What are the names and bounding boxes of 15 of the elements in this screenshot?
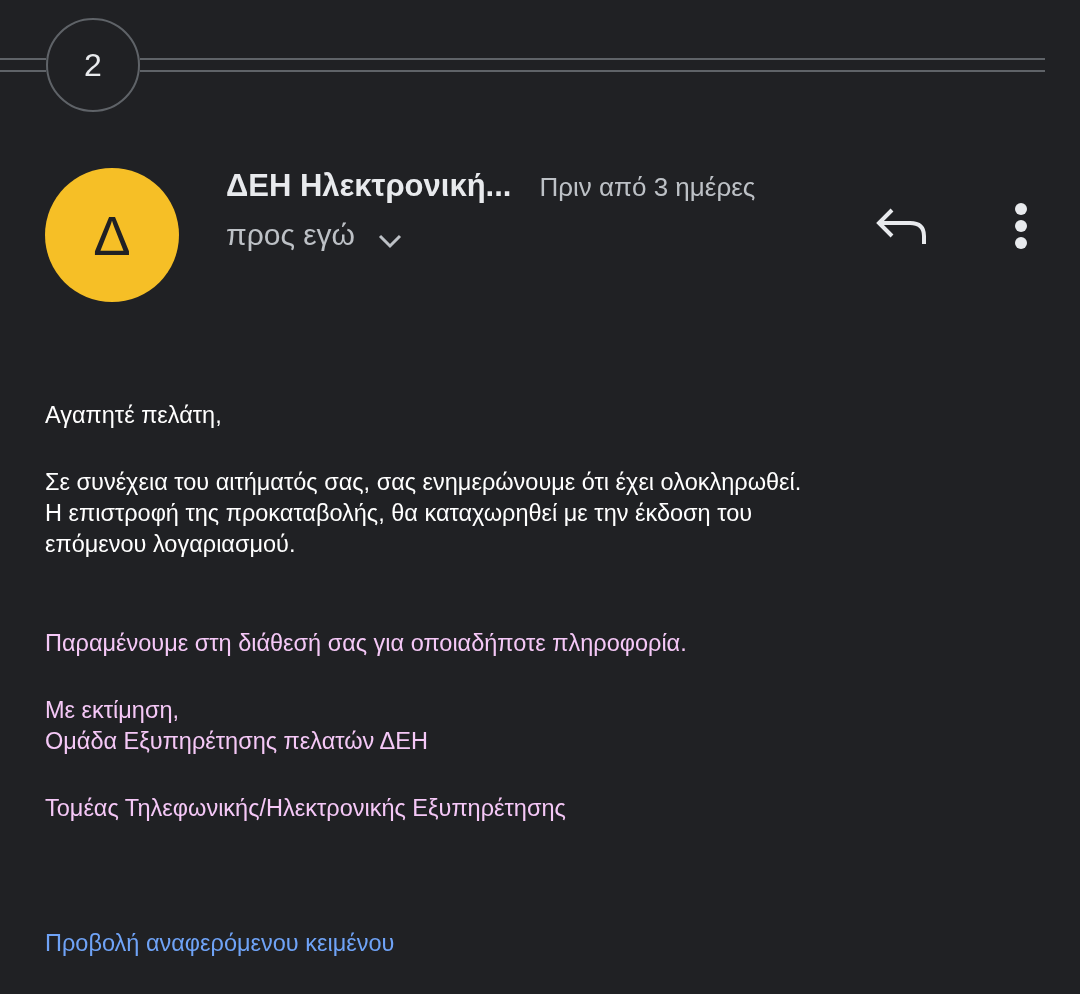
sender-name: ΔΕΗ Ηλεκτρονική... bbox=[226, 168, 512, 204]
message-paragraph: Σε συνέχεια του αιτήματός σας, σας ενημερώνουμε ότι έχει ολοκληρωθεί. Η επιστροφή της προκαταβολής, θα καταχωρηθεί με την έκδοση του επόμενου λογαριασμού. bbox=[45, 468, 803, 559]
collapsed-messages-button[interactable]: 2 bbox=[46, 18, 140, 112]
show-quoted-text-link[interactable]: Προβολή αναφερόμενου κειμένου bbox=[45, 930, 395, 957]
message-time: Πριν από 3 ημέρες bbox=[539, 172, 756, 203]
thread-divider bbox=[0, 58, 46, 72]
message-paragraph: Τομέας Τηλεφωνικής/Ηλεκτρονικής Εξυπηρέτησης bbox=[45, 794, 567, 823]
message-paragraph: Παραμένουμε στη διάθεσή σας για οποιαδήποτε πληροφορία. bbox=[45, 629, 688, 658]
message-paragraph: Αγαπητέ πελάτη, bbox=[45, 401, 223, 430]
reply-icon[interactable] bbox=[876, 206, 928, 246]
recipient-label: προς εγώ bbox=[226, 218, 356, 252]
message-paragraph: Με εκτίμηση, Ομάδα Εξυπηρέτησης πελατών ΔΕΗ bbox=[45, 696, 429, 756]
chevron-icon[interactable] bbox=[377, 233, 404, 249]
more-options-icon[interactable] bbox=[1014, 202, 1028, 250]
sender-avatar: Δ bbox=[45, 168, 179, 302]
